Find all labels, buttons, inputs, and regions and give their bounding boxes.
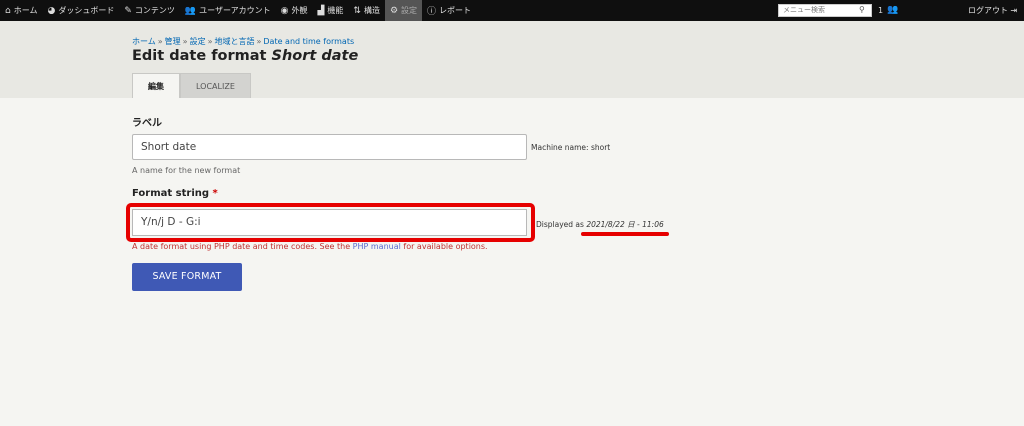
tab-edit[interactable]: 編集 [132,73,180,98]
info-icon: ⓘ [427,7,437,17]
toolbar-item-extend[interactable]: ▟ 機能 [313,0,349,21]
machine-name-text: Machine name: short [531,143,611,152]
breadcrumb-separator: » [207,37,213,46]
toolbar-item-label: 機能 [327,6,344,15]
menu-search-input[interactable]: メニュー検索 [778,4,872,17]
toolbar-item-content[interactable]: ✎ コンテンツ [119,0,180,21]
dashboard-icon: ◕ [47,5,56,16]
breadcrumb-separator: » [157,37,163,46]
required-marker: * [212,188,218,199]
highlight-annotation [126,203,535,242]
primary-tabs: 編集 LOCALIZE [132,73,251,98]
label-input[interactable]: Short date [132,134,527,160]
toolbar-item-label: ユーザーアカウント [199,6,271,15]
label-field-heading: ラベル [132,118,162,129]
displayed-as-prefix: Displayed as [536,220,584,229]
puzzle-icon: ▟ [317,5,325,16]
breadcrumb: ホーム» 管理» 設定» 地域と言語» Date and time formats [132,36,354,47]
home-icon: ⌂ [5,5,11,16]
label-description: A name for the new format [132,166,241,175]
php-manual-link[interactable]: PHP manual [353,242,401,251]
toolbar-item-label: ダッシュボード [58,6,115,15]
save-format-button[interactable]: SAVE FORMAT [132,263,242,291]
toolbar-item-appearance[interactable]: ◉ 外観 [276,0,313,21]
breadcrumb-separator: » [182,37,188,46]
toolbar-item-label: コンテンツ [134,6,175,15]
page-title-prefix: Edit date format [132,48,267,64]
admin-toolbar: ⌂ ホーム ◕ ダッシュボード ✎ コンテンツ 👥 ユーザーアカウント ◉ 外観 ▟ 機能 … [0,0,1024,21]
breadcrumb-link[interactable]: 管理 [165,37,181,46]
toolbar-item-label: レポート [439,6,472,15]
page-title-emphasis: Short date [271,48,359,64]
displayed-as-value: 2021/8/22 日 - 11:06 [586,220,664,229]
format-string-heading: Format string * [132,188,218,199]
palette-icon: ◉ [280,5,289,16]
displayed-as-text: Displayed as 2021/8/22 日 - 11:06 [536,219,664,230]
breadcrumb-separator: » [256,37,262,46]
breadcrumb-link[interactable]: ホーム [132,37,156,46]
format-string-label: Format string [132,188,210,199]
toolbar-item-label: 設定 [401,6,418,15]
toolbar-item-home[interactable]: ⌂ ホーム [0,0,42,21]
toolbar-item-dashboard[interactable]: ◕ ダッシュボード [42,0,119,21]
toolbar-item-label: ホーム [13,6,38,15]
toolbar-item-people[interactable]: 👥 ユーザーアカウント [180,0,276,21]
toolbar-item-config[interactable]: ⚙ 設定 [384,0,423,21]
structure-icon: ⇅ [353,5,361,16]
underline-annotation [581,232,669,236]
breadcrumb-link[interactable]: 設定 [190,37,206,46]
users-icon: 👥 [184,5,197,16]
page-title: Edit date format Short date [132,48,358,64]
logout-label: ログアウト [968,6,1008,15]
toolbar-item-label: 外観 [291,6,308,15]
format-description: A date format using PHP date and time co… [132,242,488,251]
breadcrumb-link[interactable]: Date and time formats [263,37,354,46]
format-description-pre: A date format using PHP date and time co… [132,242,353,251]
users-icon[interactable]: 👥 [887,0,898,21]
logout-icon: ⇥ [1010,6,1018,15]
user-count: 1 [878,6,884,15]
breadcrumb-link[interactable]: 地域と言語 [214,37,254,46]
toolbar-item-reports[interactable]: ⓘ レポート [422,0,476,21]
toolbar-item-structure[interactable]: ⇅ 構造 [348,0,385,21]
search-icon[interactable]: ⚲ [859,5,865,14]
tab-localize[interactable]: LOCALIZE [180,73,251,98]
logout-link[interactable]: ログアウト ⇥ [968,0,1017,21]
toolbar-item-label: 構造 [363,6,380,15]
pencil-icon: ✎ [124,5,132,16]
gear-icon: ⚙ [389,5,399,16]
format-description-post: for available options. [400,242,488,251]
